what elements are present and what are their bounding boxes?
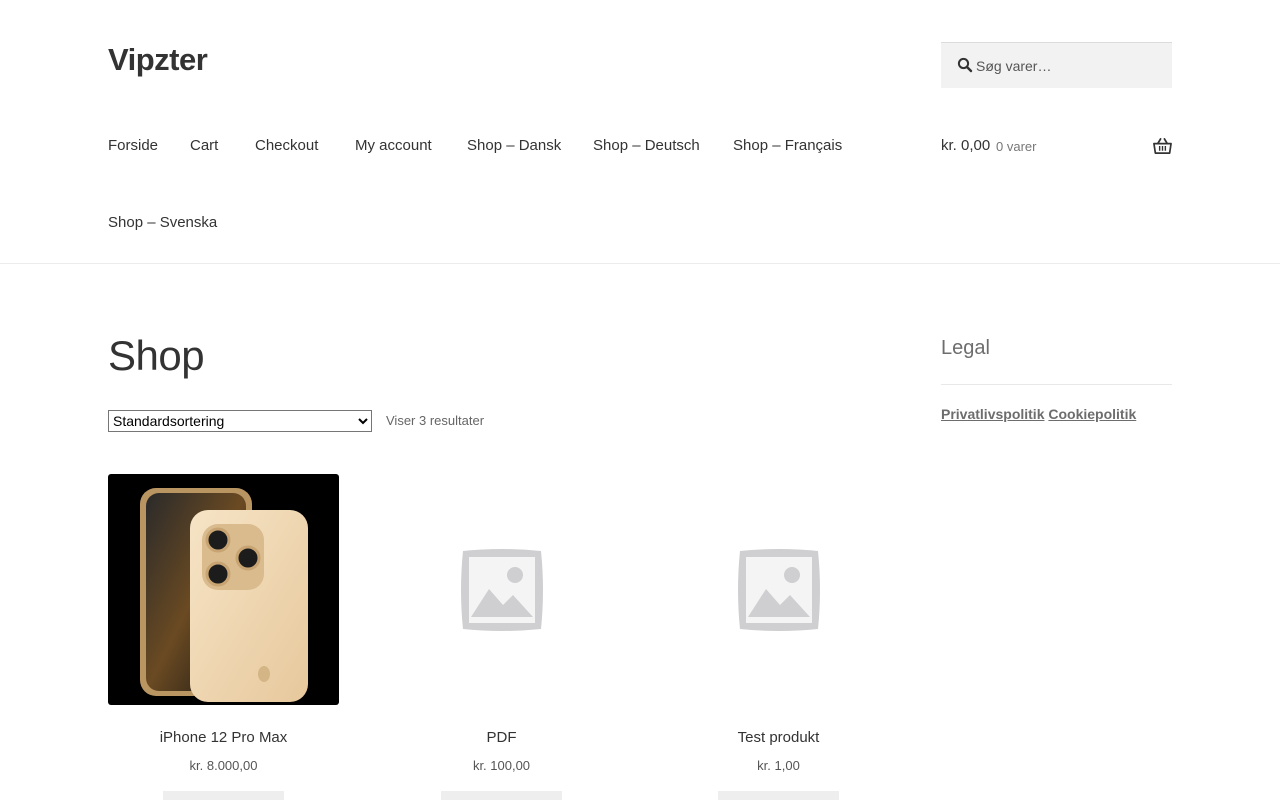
add-to-cart-button[interactable] [441, 791, 562, 800]
header-cart[interactable]: kr. 0,00 0 varer [941, 136, 1172, 158]
privacy-policy-link[interactable]: Privatlivspolitik [941, 406, 1044, 422]
cart-count: 0 varer [996, 139, 1037, 154]
legal-links: Privatlivspolitik Cookiepolitik [941, 406, 1136, 422]
phone-image [140, 488, 308, 702]
basket-icon [1153, 138, 1172, 154]
site-title[interactable]: Vipzter [108, 42, 208, 78]
product-search [941, 42, 1172, 88]
product-card: iPhone 12 Pro Max kr. 8.000,00 [108, 474, 339, 800]
product-name[interactable]: PDF [386, 729, 617, 746]
product-image[interactable] [386, 474, 617, 705]
product-name[interactable]: iPhone 12 Pro Max [108, 729, 339, 746]
product-price: kr. 1,00 [757, 758, 800, 773]
image-placeholder-icon [737, 548, 820, 631]
nav-item-checkout[interactable]: Checkout [255, 137, 318, 154]
nav-item-my-account[interactable]: My account [355, 137, 432, 154]
product-price: kr. 8.000,00 [189, 758, 258, 773]
widget-divider [941, 384, 1172, 385]
add-to-cart-button[interactable] [718, 791, 839, 800]
add-to-cart-button[interactable] [163, 791, 284, 800]
product-name[interactable]: Test produkt [663, 729, 894, 746]
nav-item-shop-francais[interactable]: Shop – Français [733, 137, 842, 154]
widget-title-legal: Legal [941, 337, 990, 359]
nav-item-shop-svenska[interactable]: Shop – Svenska [108, 214, 217, 231]
site-header: Vipzter Forside Cart Checkout My account… [0, 0, 1280, 264]
nav-item-shop-dansk[interactable]: Shop – Dansk [467, 137, 561, 154]
product-card: Test produkt kr. 1,00 [663, 474, 894, 800]
nav-item-shop-deutsch[interactable]: Shop – Deutsch [593, 137, 700, 154]
nav-item-forside[interactable]: Forside [108, 137, 158, 154]
product-image[interactable] [663, 474, 894, 705]
product-card: PDF kr. 100,00 [386, 474, 617, 800]
search-icon [957, 57, 973, 73]
product-price: kr. 100,00 [472, 758, 531, 773]
product-image[interactable] [108, 474, 339, 705]
nav-item-cart[interactable]: Cart [190, 137, 218, 154]
cookie-policy-link[interactable]: Cookiepolitik [1048, 406, 1136, 422]
sort-select[interactable]: Standardsortering [108, 410, 372, 432]
cart-amount: kr. 0,00 [941, 137, 991, 154]
search-input[interactable] [976, 43, 1166, 88]
result-count: Viser 3 resultater [386, 413, 485, 428]
page-title: Shop [108, 332, 205, 379]
image-placeholder-icon [460, 548, 543, 631]
